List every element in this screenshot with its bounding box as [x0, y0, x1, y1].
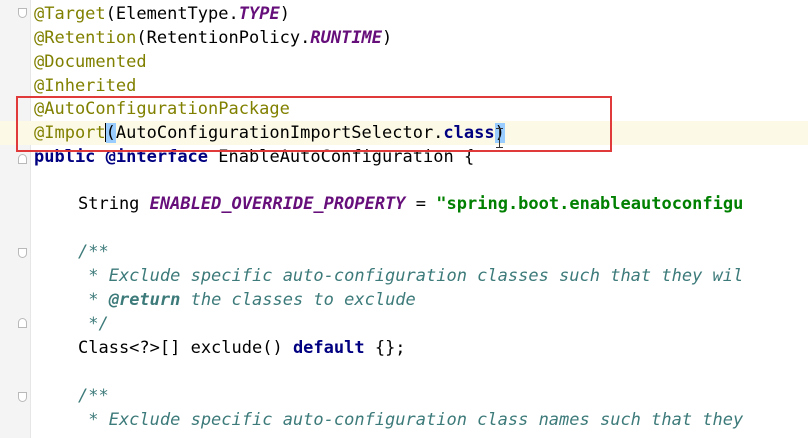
fold-icon[interactable]: [18, 392, 27, 402]
fold-icon[interactable]: [18, 318, 27, 328]
code-token: {};: [364, 338, 406, 358]
method-signature-token: Class<?>[] exclude(): [78, 338, 293, 358]
constant-token: ENABLED_OVERRIDE_PROPERTY: [149, 194, 406, 214]
paren-token: ): [382, 28, 393, 48]
code-line-javadoc[interactable]: * Exclude specific auto-configuration cl…: [78, 264, 743, 288]
code-line-javadoc-close[interactable]: */: [78, 312, 108, 336]
code-line-retention[interactable]: @Retention(RetentionPolicy.RUNTIME): [34, 26, 392, 50]
keyword-token: default: [292, 338, 365, 358]
type-token: String: [78, 194, 140, 214]
operator-token: =: [415, 194, 427, 214]
constant-token: TYPE: [238, 4, 280, 24]
constant-token: RUNTIME: [310, 28, 383, 48]
code-line-javadoc-open[interactable]: /**: [78, 240, 109, 264]
code-token: RetentionPolicy.: [146, 28, 311, 48]
paren-token: (: [105, 4, 116, 24]
string-token: "spring.boot.enableautoconfigu: [436, 194, 744, 214]
fold-icon[interactable]: [18, 248, 27, 258]
code-editor[interactable]: @Target(ElementType.TYPE) @Retention(Ret…: [0, 0, 808, 438]
javadoc-token: the classes to exclude: [180, 290, 416, 310]
annotation-token: @Documented: [34, 52, 147, 72]
annotation-token: @Retention: [34, 28, 137, 48]
mouse-ibeam-cursor-icon: [496, 128, 503, 148]
javadoc-tag-token: @return: [108, 290, 181, 310]
code-line-exclude-method[interactable]: Class<?>[] exclude() default {};: [78, 336, 406, 360]
code-line-javadoc-open[interactable]: /**: [78, 384, 109, 408]
code-line-target[interactable]: @Target(ElementType.TYPE): [34, 2, 290, 26]
code-line-javadoc-return[interactable]: * @return the classes to exclude: [78, 288, 416, 312]
paren-token: ): [279, 4, 290, 24]
highlight-box: [16, 96, 612, 152]
annotation-token: @Target: [34, 4, 106, 24]
javadoc-token: *: [78, 290, 109, 310]
paren-token: (: [136, 28, 147, 48]
code-line-field[interactable]: String ENABLED_OVERRIDE_PROPERTY = "spri…: [78, 192, 743, 216]
code-line-javadoc[interactable]: * Exclude specific auto-configuration cl…: [78, 408, 743, 432]
fold-icon[interactable]: [18, 154, 27, 164]
code-token: ElementType.: [115, 4, 239, 24]
editor-gutter: [0, 0, 31, 438]
code-line-inherited[interactable]: @Inherited: [34, 74, 136, 98]
code-line-documented[interactable]: @Documented: [34, 50, 147, 74]
fold-icon[interactable]: [18, 8, 27, 18]
annotation-token: @Inherited: [34, 76, 137, 96]
